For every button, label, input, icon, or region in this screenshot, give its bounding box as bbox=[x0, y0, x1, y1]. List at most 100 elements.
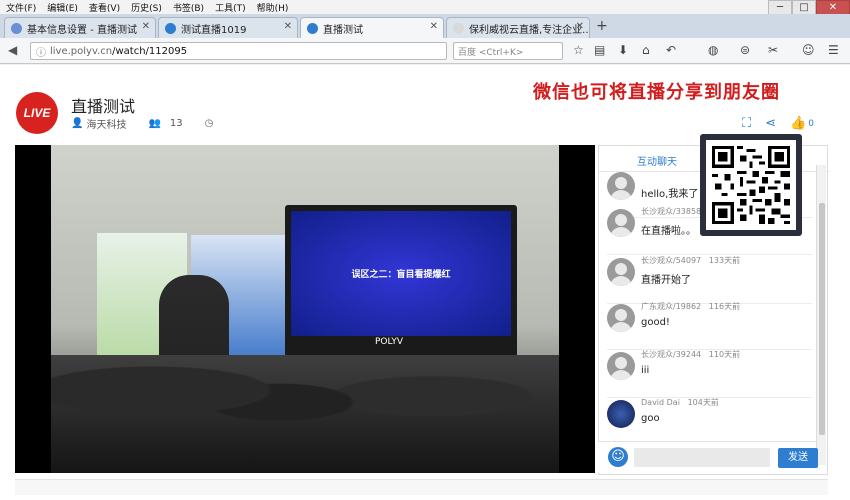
address-host: live.polyv.cn bbox=[50, 45, 113, 57]
tab-test-live[interactable]: 测试直播1019 ✕ bbox=[158, 17, 298, 38]
minimize-button[interactable]: ─ bbox=[768, 0, 792, 15]
tab-favicon-icon bbox=[453, 22, 464, 34]
new-tab-button[interactable]: + bbox=[596, 18, 608, 34]
chat-text: 在直播啦。。 bbox=[641, 226, 696, 237]
video-player[interactable]: 误区之二：盲目看提爆红 POLYV bbox=[15, 145, 595, 473]
tab-title: 直播测试 bbox=[323, 24, 363, 36]
tab-close-icon[interactable]: ✕ bbox=[284, 21, 292, 32]
undo-icon[interactable]: ↶ bbox=[666, 43, 676, 57]
tab-basic-settings[interactable]: 基本信息设置 - 直播测试 ✕ bbox=[4, 17, 156, 38]
screen-brand: POLYV bbox=[375, 337, 403, 347]
chat-message: 长沙观众/54097 133天前 直播开始了 bbox=[607, 254, 812, 304]
bookmark-star-icon[interactable]: ☆ bbox=[573, 43, 584, 57]
home-icon[interactable]: ⌂ bbox=[642, 43, 650, 57]
chat-scrollbar[interactable] bbox=[816, 165, 826, 465]
fullscreen-icon[interactable]: ⛶ bbox=[742, 116, 751, 131]
live-logo-icon: LIVE bbox=[16, 92, 58, 134]
user-icon: 👤 bbox=[71, 118, 84, 129]
chat-text: good! bbox=[641, 317, 670, 328]
menu-file[interactable]: 文件(F) bbox=[6, 1, 36, 14]
avatar bbox=[607, 209, 635, 237]
chat-input-bar: ☺ 发送 bbox=[598, 441, 818, 473]
navigation-bar: ◀ ⓘ live.polyv.cn/watch/112095 百度 <Ctrl+… bbox=[0, 38, 850, 64]
tab-polyv[interactable]: 保利威视云直播,专注企业... ✕ bbox=[446, 17, 590, 38]
extension-icon[interactable]: ◍ bbox=[708, 43, 718, 57]
presentation-screen: 误区之二：盲目看提爆红 POLYV bbox=[285, 205, 517, 357]
group-icon: 👥 bbox=[148, 118, 161, 129]
tab-bar: 基本信息设置 - 直播测试 ✕ 测试直播1019 ✕ 直播测试 ✕ 保利威视云直… bbox=[0, 14, 850, 38]
menu-bookmarks[interactable]: 书签(B) bbox=[173, 1, 204, 14]
chat-text: 直播开始了 bbox=[641, 275, 691, 286]
chat-time: 104天前 bbox=[687, 398, 719, 407]
avatar bbox=[607, 352, 635, 380]
hamburger-menu-icon[interactable]: ☰ bbox=[828, 43, 839, 57]
publisher-name: 海天科技 bbox=[86, 120, 127, 131]
share-banner: 微信也可将直播分享到朋友圈 bbox=[533, 82, 780, 103]
menu-help[interactable]: 帮助(H) bbox=[257, 1, 289, 14]
clock-icon: ◷ bbox=[204, 118, 214, 129]
audience bbox=[51, 355, 559, 473]
wechat-qr-code bbox=[700, 134, 802, 236]
tab-close-icon[interactable]: ✕ bbox=[576, 21, 584, 32]
viewer-count: 13 bbox=[169, 118, 183, 129]
download-icon[interactable]: ⬇ bbox=[618, 43, 628, 57]
chat-time: 116天前 bbox=[708, 302, 741, 311]
reading-list-icon[interactable]: ▤ bbox=[594, 43, 605, 57]
menu-history[interactable]: 历史(S) bbox=[131, 1, 162, 14]
tab-close-icon[interactable]: ✕ bbox=[430, 21, 438, 32]
chat-input[interactable] bbox=[634, 448, 770, 467]
thumbs-up-icon[interactable]: 👍 bbox=[790, 116, 806, 131]
emoji-icon[interactable]: ☺ bbox=[608, 447, 628, 467]
scrollbar-thumb[interactable] bbox=[819, 203, 825, 435]
screen-display: 误区之二：盲目看提爆红 bbox=[291, 211, 511, 336]
chat-message: 广东观众/19862 116天前 good! bbox=[607, 300, 812, 350]
menu-edit[interactable]: 编辑(E) bbox=[47, 1, 78, 14]
video-frame: 误区之二：盲目看提爆红 POLYV bbox=[51, 145, 559, 473]
chat-tab-label: 互动聊天 bbox=[637, 157, 677, 168]
menu-tools[interactable]: 工具(T) bbox=[215, 1, 246, 14]
page-title: 直播测试 bbox=[71, 97, 136, 116]
tab-live-test[interactable]: 直播测试 ✕ bbox=[300, 17, 444, 38]
menu-view[interactable]: 查看(V) bbox=[89, 1, 120, 14]
chat-text: hello,我来了 bbox=[641, 189, 699, 200]
maximize-button[interactable]: □ bbox=[792, 0, 816, 15]
avatar bbox=[607, 172, 635, 200]
chat-time: 133天前 bbox=[708, 256, 741, 265]
window-controls: ─ □ ✕ bbox=[768, 0, 850, 15]
avatar bbox=[607, 304, 635, 332]
search-input[interactable]: 百度 <Ctrl+K> bbox=[453, 42, 563, 60]
action-icons: ⛶ ⋖ 👍 0 bbox=[742, 116, 828, 131]
avatar bbox=[607, 258, 635, 286]
chat-username: 广东观众/19862 116天前 bbox=[641, 302, 741, 311]
info-icon[interactable]: ⓘ bbox=[36, 44, 46, 59]
address-path: /watch/112095 bbox=[112, 45, 188, 57]
tab-favicon-icon bbox=[11, 22, 22, 34]
tab-favicon-icon bbox=[165, 22, 176, 34]
share-icon[interactable]: ⋖ bbox=[765, 116, 776, 131]
chat-username: 长沙观众/54097 133天前 bbox=[641, 256, 741, 265]
chat-username: 长沙观众/39244 110天前 bbox=[641, 350, 741, 359]
tab-favicon-icon bbox=[307, 22, 318, 34]
tab-title: 基本信息设置 - 直播测试 bbox=[27, 24, 137, 36]
screenshot-icon[interactable]: ✂ bbox=[768, 43, 778, 57]
tab-close-icon[interactable]: ✕ bbox=[142, 21, 150, 32]
chat-text: goo bbox=[641, 413, 660, 424]
address-url: live.polyv.cn/watch/112095 bbox=[50, 46, 187, 57]
menu-bar: 文件(F) 编辑(E) 查看(V) 历史(S) 书签(B) 工具(T) 帮助(H… bbox=[0, 0, 850, 14]
search-placeholder: 百度 <Ctrl+K> bbox=[458, 47, 524, 58]
chat-username: David Dai 104天前 bbox=[641, 398, 719, 407]
address-bar[interactable]: ⓘ live.polyv.cn/watch/112095 bbox=[30, 42, 447, 60]
page-content: LIVE 直播测试 👤 海天科技 👥 13 ◷ 微信也可将直播分享到朋友圈 ⛶ … bbox=[0, 65, 850, 500]
chat-message: David Dai 104天前 goo bbox=[607, 396, 812, 446]
chat-message: 长沙观众/39244 110天前 iii bbox=[607, 348, 812, 398]
sync-icon[interactable]: ⊜ bbox=[740, 43, 750, 57]
close-window-button[interactable]: ✕ bbox=[816, 0, 850, 15]
back-icon[interactable]: ◀ bbox=[8, 43, 17, 57]
chat-username: 长沙观众/33858 bbox=[641, 207, 702, 216]
like-count: 0 bbox=[808, 118, 814, 129]
send-button[interactable]: 发送 bbox=[778, 448, 818, 468]
smile-icon[interactable]: ☺ bbox=[802, 43, 815, 57]
avatar bbox=[607, 400, 635, 428]
logo-text: LIVE bbox=[23, 106, 51, 120]
tab-title: 测试直播1019 bbox=[181, 24, 247, 36]
